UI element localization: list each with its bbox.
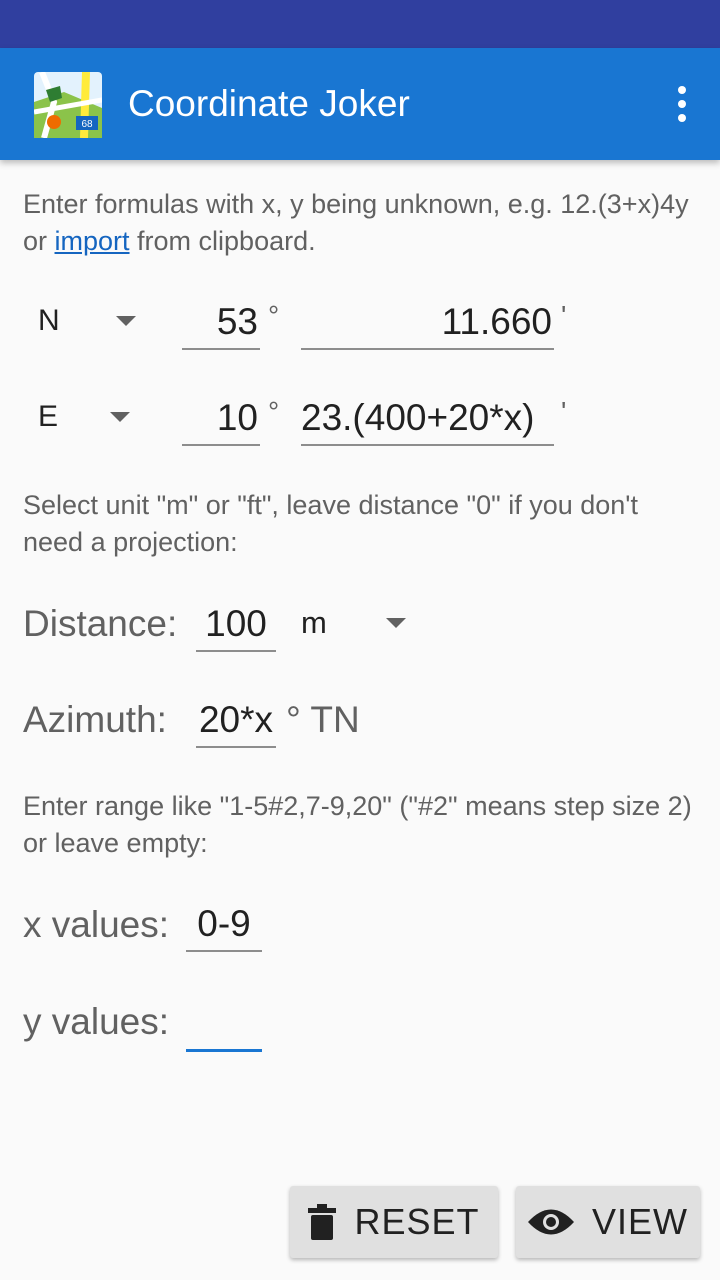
azimuth-label: Azimuth: xyxy=(23,699,167,740)
azimuth-unit: ° TN xyxy=(286,699,360,740)
status-bar xyxy=(0,0,720,48)
distance-field[interactable]: 100 xyxy=(196,598,276,652)
minute-symbol: ' xyxy=(561,300,567,331)
trash-icon xyxy=(308,1204,337,1240)
minute-symbol: ' xyxy=(561,396,567,427)
distance-unit-select[interactable]: m xyxy=(301,605,327,641)
range-hint: Enter range like "1-5#2,7-9,20" ("#2" me… xyxy=(23,791,692,858)
formula-hint: Enter formulas with x, y being unknown, … xyxy=(23,186,703,260)
chevron-down-icon[interactable] xyxy=(116,316,136,326)
degree-symbol: ° xyxy=(268,300,280,331)
east-direction-select[interactable]: E xyxy=(38,400,58,434)
azimuth-field[interactable]: 20*x xyxy=(196,694,276,748)
app-logo-icon: 68 xyxy=(34,72,102,138)
y-values-field[interactable] xyxy=(186,997,262,1052)
formula-hint-suffix: from clipboard. xyxy=(129,226,316,256)
north-direction-select[interactable]: N xyxy=(38,304,60,338)
x-values-field[interactable]: 0-9 xyxy=(186,898,262,952)
x-values-label: x values: xyxy=(23,904,170,945)
chevron-down-icon[interactable] xyxy=(386,618,406,628)
overflow-menu-icon[interactable] xyxy=(674,86,690,122)
y-values-label: y values: xyxy=(23,1001,170,1042)
reset-button[interactable]: RESET xyxy=(290,1186,498,1258)
east-minutes-field[interactable]: 23.(400+20*x) xyxy=(301,392,554,446)
eye-icon xyxy=(527,1209,574,1235)
east-degrees-field[interactable]: 10 xyxy=(182,392,260,446)
app-bar: 68 Coordinate Joker xyxy=(0,48,720,160)
view-button-label: VIEW xyxy=(591,1201,688,1242)
view-button[interactable]: VIEW xyxy=(516,1186,700,1258)
reset-button-label: RESET xyxy=(354,1201,480,1242)
svg-text:68: 68 xyxy=(81,119,93,130)
distance-label: Distance: xyxy=(23,603,178,644)
app-title: Coordinate Joker xyxy=(128,83,410,124)
degree-symbol: ° xyxy=(268,396,280,427)
chevron-down-icon[interactable] xyxy=(110,412,130,422)
import-link[interactable]: import xyxy=(55,226,130,256)
north-degrees-field[interactable]: 53 xyxy=(182,296,260,350)
north-minutes-field[interactable]: 11.660 xyxy=(301,296,554,350)
distance-hint: Select unit "m" or "ft", leave distance … xyxy=(23,490,638,557)
